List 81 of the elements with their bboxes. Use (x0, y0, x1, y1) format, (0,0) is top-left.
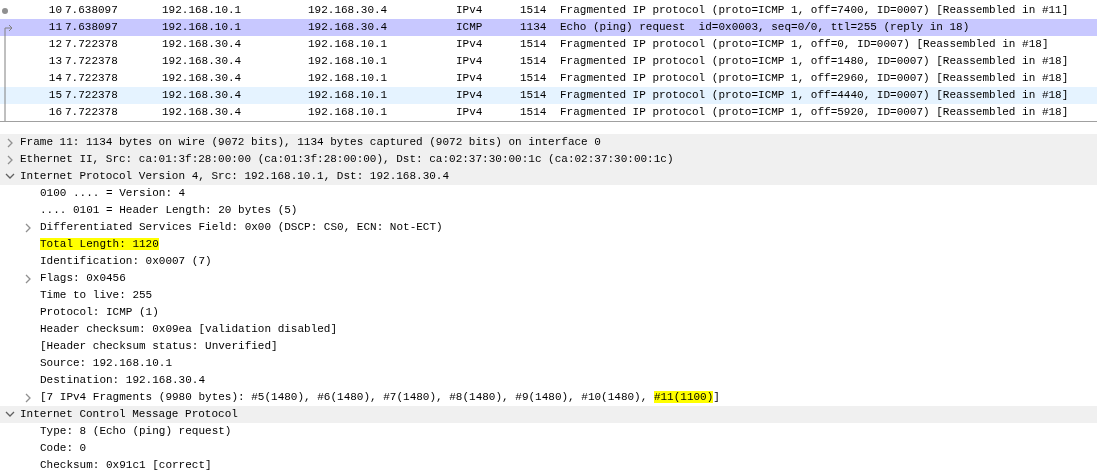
chevron-right-icon[interactable] (24, 222, 32, 233)
packet-source: 192.168.30.4 (162, 54, 243, 70)
packet-length: 1514 (520, 105, 548, 121)
packet-protocol: IPv4 (456, 105, 484, 121)
related-packet-dot-icon (2, 7, 8, 14)
packet-row[interactable]: 10 7.638097 192.168.10.1 192.168.30.4 IPv4 1514 Fragmented IP protocol (proto=ICMP 1, off=7400, ID=0007) [Reassembled in #11] (0, 2, 1097, 19)
packet-info: Fragmented IP protocol (proto=ICMP 1, off=5920, ID=0007) [Reassembled in #18] (560, 105, 1069, 121)
protocol-field[interactable]: Checksum: 0x91c1 [correct] (40, 457, 212, 474)
packet-length: 1514 (520, 71, 548, 87)
protocol-field[interactable]: Protocol: ICMP (1) (40, 304, 159, 321)
packet-length: 1514 (520, 3, 548, 19)
chevron-right-icon[interactable] (6, 154, 14, 165)
packet-number: 13 (47, 54, 62, 70)
packet-time: 7.638097 (64, 3, 119, 19)
packet-destination: 192.168.10.1 (308, 37, 389, 53)
packet-time: 7.722378 (64, 37, 119, 53)
packet-protocol: IPv4 (456, 88, 484, 104)
packet-info: Fragmented IP protocol (proto=ICMP 1, off=1480, ID=0007) [Reassembled in #18] (560, 54, 1069, 70)
packet-protocol: IPv4 (456, 3, 484, 19)
packet-length: 1514 (520, 54, 548, 70)
packet-number: 12 (47, 37, 62, 53)
packet-info: Fragmented IP protocol (proto=ICMP 1, off=7400, ID=0007) [Reassembled in #11] (560, 3, 1069, 19)
protocol-field[interactable]: Header checksum: 0x09ea [validation disabled] (40, 321, 338, 338)
packet-source: 192.168.30.4 (162, 105, 243, 121)
packet-destination: 192.168.10.1 (308, 71, 389, 87)
protocol-field[interactable]: [7 IPv4 Fragments (9980 bytes): #5(1480), #6(1480), #7(1480), #8(1480), #9(1480), #10(1480), #11(1100)] (40, 389, 720, 406)
packet-destination: 192.168.10.1 (308, 105, 389, 121)
protocol-tree-header[interactable]: Internet Control Message Protocol (20, 406, 238, 423)
protocol-field[interactable]: Code: 0 (40, 440, 87, 457)
packet-time: 7.722378 (64, 105, 119, 121)
packet-row[interactable]: 13 7.722378 192.168.30.4 192.168.10.1 IPv4 1514 Fragmented IP protocol (proto=ICMP 1, off=1480, ID=0007) [Reassembled in #18] (0, 53, 1097, 70)
packet-protocol: IPv4 (456, 54, 484, 70)
chevron-right-icon[interactable] (24, 392, 32, 403)
protocol-field[interactable]: Total Length: 1120 (40, 236, 159, 253)
protocol-field[interactable]: Source: 192.168.10.1 (40, 355, 173, 372)
packet-protocol: ICMP (456, 20, 484, 36)
chevron-down-icon[interactable] (5, 173, 15, 180)
packet-time: 7.638097 (64, 20, 119, 36)
packet-source: 192.168.30.4 (162, 71, 243, 87)
chevron-right-icon[interactable] (24, 273, 32, 284)
protocol-field[interactable]: [Header checksum status: Unverified] (40, 338, 278, 355)
packet-row[interactable]: 12 7.722378 192.168.30.4 192.168.10.1 IPv4 1514 Fragmented IP protocol (proto=ICMP 1, off=0, ID=0007) [Reassembled in #18] (0, 36, 1097, 53)
protocol-field[interactable]: Time to live: 255 (40, 287, 153, 304)
packet-info: Fragmented IP protocol (proto=ICMP 1, off=0, ID=0007) [Reassembled in #18] (560, 37, 1049, 53)
protocol-field[interactable]: 0100 .... = Version: 4 (40, 185, 186, 202)
packet-row[interactable]: 16 7.722378 192.168.30.4 192.168.10.1 IPv4 1514 Fragmented IP protocol (proto=ICMP 1, off=5920, ID=0007) [Reassembled in #18] (0, 104, 1097, 121)
packet-length: 1514 (520, 37, 548, 53)
packet-protocol: IPv4 (456, 71, 484, 87)
protocol-field[interactable]: Differentiated Services Field: 0x00 (DSCP: CS0, ECN: Not-ECT) (40, 219, 443, 236)
packet-number: 11 (47, 20, 62, 36)
packet-row[interactable]: 14 7.722378 192.168.30.4 192.168.10.1 IPv4 1514 Fragmented IP protocol (proto=ICMP 1, off=2960, ID=0007) [Reassembled in #18] (0, 70, 1097, 87)
packet-source: 192.168.30.4 (162, 88, 243, 104)
packet-destination: 192.168.10.1 (308, 54, 389, 70)
packet-length: 1514 (520, 88, 548, 104)
packet-number: 14 (47, 71, 62, 87)
packet-row[interactable]: 15 7.722378 192.168.30.4 192.168.10.1 IPv4 1514 Fragmented IP protocol (proto=ICMP 1, off=4440, ID=0007) [Reassembled in #18] (0, 87, 1097, 104)
packet-time: 7.722378 (64, 71, 119, 87)
packet-protocol: IPv4 (456, 37, 484, 53)
packet-destination: 192.168.10.1 (308, 88, 389, 104)
packet-length: 1134 (520, 20, 548, 36)
packet-info: Fragmented IP protocol (proto=ICMP 1, off=2960, ID=0007) [Reassembled in #18] (560, 71, 1069, 87)
packet-destination: 192.168.30.4 (308, 20, 389, 36)
packet-source: 192.168.30.4 (162, 37, 243, 53)
packet-info: Fragmented IP protocol (proto=ICMP 1, off=4440, ID=0007) [Reassembled in #18] (560, 88, 1069, 104)
packet-info: Echo (ping) request id=0x0003, seq=0/0, ttl=255 (reply in 18) (560, 20, 970, 36)
protocol-field[interactable]: Destination: 192.168.30.4 (40, 372, 206, 389)
chevron-down-icon[interactable] (5, 411, 15, 418)
protocol-field[interactable]: Identification: 0x0007 (7) (40, 253, 212, 270)
packet-number: 16 (47, 105, 62, 121)
packet-row[interactable]: 11 7.638097 192.168.10.1 192.168.30.4 ICMP 1134 Echo (ping) request id=0x0003, seq=0/0, ttl=255 (reply in 18) (0, 19, 1097, 36)
packet-source: 192.168.10.1 (162, 20, 243, 36)
packet-time: 7.722378 (64, 88, 119, 104)
protocol-field[interactable]: Type: 8 (Echo (ping) request) (40, 423, 232, 440)
protocol-field[interactable]: Flags: 0x0456 (40, 270, 126, 287)
packet-number: 10 (47, 3, 62, 19)
protocol-field[interactable]: .... 0101 = Header Length: 20 bytes (5) (40, 202, 298, 219)
packet-source: 192.168.10.1 (162, 3, 243, 19)
packet-number: 15 (47, 88, 62, 104)
chevron-right-icon[interactable] (6, 137, 14, 148)
packet-destination: 192.168.30.4 (308, 3, 389, 19)
packet-time: 7.722378 (64, 54, 119, 70)
